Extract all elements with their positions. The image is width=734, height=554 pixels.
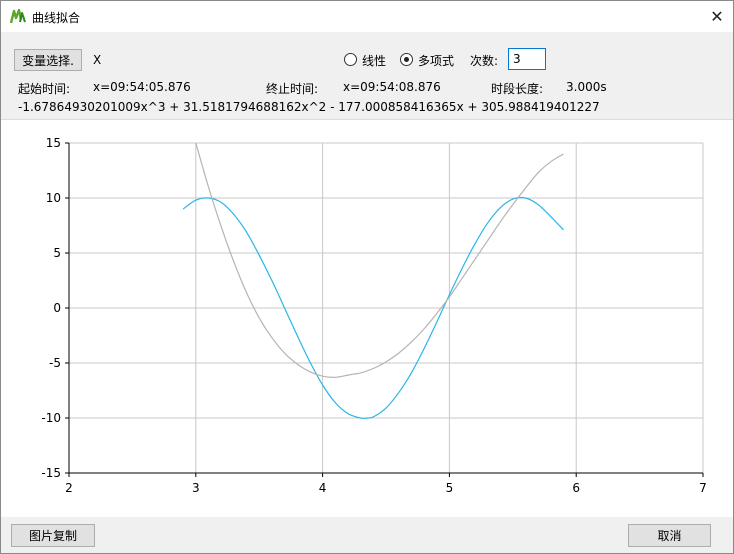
curve-fit-window: 曲线拟合 ✕ 变量选择. X 线性 多项式 次数: 3 起始时间: x=09:5… [0,0,734,554]
y-tick-label-5: 5 [53,246,61,260]
x-tick-label-4: 4 [319,481,327,495]
chart-axes [65,142,704,477]
y-tick-label-0: 0 [53,301,61,315]
x-tick-label-5: 5 [446,481,454,495]
close-icon[interactable]: ✕ [701,1,733,32]
y-tick-label-15: 15 [46,136,61,150]
title-bar: 曲线拟合 ✕ [1,1,733,32]
x-tick-label-6: 6 [572,481,580,495]
y-tick-label--5: -5 [49,356,61,370]
variable-value: X [93,53,102,67]
radio-polynomial-label[interactable]: 多项式 [418,52,454,69]
toolbar: 变量选择. X 线性 多项式 次数: 3 起始时间: x=09:54:05.87… [1,32,733,120]
duration-label: 时段长度: [491,82,544,96]
fit-chart: 2 3 4 5 6 7 15 10 5 0 -5 -10 -15 [41,136,706,495]
fit-equation: -1.67864930201009x^3 + 31.5181794688162x… [18,100,600,114]
window-title: 曲线拟合 [32,11,81,25]
end-time-label: 终止时间: [266,82,319,96]
degree-label: 次数: [470,54,499,68]
footer-bar: 图片复制 取消 [1,517,733,553]
start-time-label: 起始时间: [18,82,71,96]
radio-polynomial[interactable] [400,53,413,66]
y-tick-label-10: 10 [46,191,61,205]
chart-grid [68,142,704,474]
app-logo-icon [9,8,26,24]
x-tick-label-3: 3 [192,481,200,495]
degree-input[interactable]: 3 [508,48,546,70]
radio-linear[interactable] [344,53,357,66]
x-tick-label-7: 7 [699,481,707,495]
y-tick-label--15: -15 [41,466,61,480]
chart-series [182,142,564,419]
chart-tick-labels: 2 3 4 5 6 7 15 10 5 0 -5 -10 -15 [41,136,706,495]
start-time-value: x=09:54:05.876 [93,80,191,94]
variable-select-button[interactable]: 变量选择. [14,49,82,71]
duration-value: 3.000s [566,80,607,94]
end-time-value: x=09:54:08.876 [343,80,441,94]
series-line-2 [195,142,564,378]
copy-image-button[interactable]: 图片复制 [11,524,95,547]
cancel-button[interactable]: 取消 [628,524,711,547]
radio-linear-label[interactable]: 线性 [362,52,386,69]
y-tick-label--10: -10 [41,411,61,425]
x-tick-label-2: 2 [65,481,73,495]
